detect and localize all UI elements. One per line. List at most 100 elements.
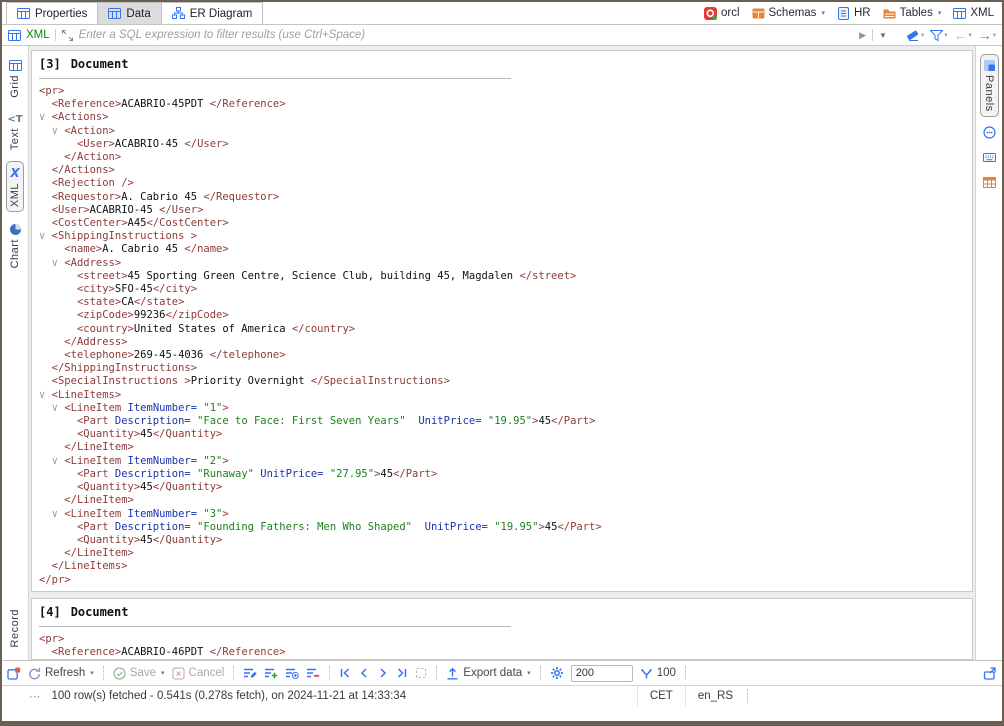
xml-code-line: </Action>	[39, 151, 972, 164]
schema-hr[interactable]: HR	[837, 7, 871, 20]
xml-code-line: ∨ <Action>	[39, 125, 972, 138]
database-selector[interactable]: orcl	[704, 7, 740, 20]
tab-data[interactable]: Data	[98, 2, 161, 24]
fold-chevron-icon[interactable]: ∨	[52, 125, 65, 137]
document-card: [4]Document<pr> <Reference>ACABRIO-46PDT…	[31, 598, 973, 660]
xml-code-line: <city>SFO-45</city>	[39, 283, 972, 296]
xml-code-line: <User>ACABRIO-45 </User>	[39, 204, 972, 217]
run-filter-icon[interactable]: ▶	[859, 30, 866, 41]
keyboard-icon[interactable]	[983, 151, 996, 164]
viewer-tab-xml[interactable]: X XML	[6, 161, 24, 212]
delete-row-button[interactable]	[306, 667, 320, 679]
separator	[872, 29, 873, 41]
viewer-tab-record[interactable]: Record	[6, 604, 24, 652]
editor-tab-bar: Properties Data ER Diagram orcl Schemas …	[2, 2, 1002, 25]
document-icon	[837, 7, 850, 20]
table-icon	[17, 7, 30, 20]
chevron-down-icon: ▾	[527, 669, 531, 677]
locale-widget[interactable]: en_RS	[685, 686, 745, 706]
forward-arrow-icon[interactable]: →▾	[978, 28, 996, 42]
fold-chevron-icon[interactable]: ∨	[39, 230, 52, 242]
xml-code-line: </LineItem>	[39, 441, 972, 454]
add-row-button[interactable]	[264, 667, 278, 679]
separator	[55, 29, 56, 41]
page-size-input[interactable]	[571, 665, 633, 682]
fold-chevron-icon[interactable]: ∨	[39, 389, 52, 401]
check-circle-icon	[113, 667, 126, 680]
schemas-dropdown[interactable]: Schemas ▾	[752, 7, 825, 20]
clear-filter-icon[interactable]: ▾	[907, 29, 924, 42]
next-page-button[interactable]	[377, 667, 389, 679]
status-message: 100 row(s) fetched - 0.541s (0.278s fetc…	[52, 690, 407, 702]
left-view-strip: Grid <T Text X XML Chart Record	[2, 46, 29, 660]
value-editor-icon[interactable]	[983, 126, 996, 139]
open-in-new-window-icon[interactable]	[7, 667, 21, 680]
separator	[329, 666, 330, 680]
xml-code-line: <Quantity>45</Quantity>	[39, 534, 972, 547]
schema-icon	[752, 7, 765, 20]
settings-gear-icon[interactable]	[550, 666, 564, 680]
main-area: Grid <T Text X XML Chart Record [3]Docum…	[2, 46, 1002, 660]
refresh-button[interactable]: Refresh ▾	[28, 667, 94, 680]
folder-icon	[883, 7, 896, 20]
tab-er-diagram[interactable]: ER Diagram	[162, 2, 264, 24]
xml-code-line: <street>45 Sporting Green Centre, Scienc…	[39, 270, 972, 283]
previous-page-button[interactable]	[358, 667, 370, 679]
tables-dropdown[interactable]: Tables ▾	[883, 7, 942, 20]
edit-row-button[interactable]	[243, 667, 257, 679]
xml-code-line: ∨ <LineItem ItemNumber= "3">	[39, 508, 972, 521]
timezone-widget[interactable]: CET	[637, 686, 685, 706]
filter-funnel-icon[interactable]: ▾	[930, 29, 947, 42]
refresh-icon	[28, 667, 41, 680]
xml-code-line: </pr>	[39, 574, 972, 587]
save-button[interactable]: Save ▾	[113, 667, 165, 680]
view-mode-label[interactable]: XML	[26, 29, 50, 41]
export-data-button[interactable]: Export data ▾	[446, 667, 530, 680]
xml-code-line: </LineItems>	[39, 560, 972, 573]
last-page-button[interactable]	[396, 667, 408, 679]
separator	[103, 666, 104, 680]
status-dots-icon[interactable]: ⋯	[29, 689, 42, 703]
aggregates-table-icon[interactable]	[983, 176, 996, 189]
fold-chevron-icon[interactable]: ∨	[52, 402, 65, 414]
pie-chart-icon	[9, 223, 22, 236]
fold-chevron-icon[interactable]: ∨	[52, 455, 65, 467]
expand-icon[interactable]	[61, 29, 74, 42]
chevron-down-icon: ▾	[938, 9, 942, 17]
fold-chevron-icon[interactable]: ∨	[39, 111, 52, 123]
xml-viewer-icon: X	[10, 166, 19, 180]
back-arrow-icon[interactable]: ←▾	[953, 28, 971, 42]
clone-row-button[interactable]	[285, 667, 299, 679]
xml-code-line: <Rejection />	[39, 177, 972, 190]
move-to-panel-icon[interactable]	[983, 667, 996, 680]
document-header: [4]Document	[39, 605, 972, 619]
filter-input[interactable]	[79, 29, 854, 41]
filter-history-icon[interactable]: ▼	[879, 31, 887, 40]
xml-code-line: </LineItem>	[39, 547, 972, 560]
xml-code-line: ∨ <Actions>	[39, 111, 972, 124]
xml-code-line: <Part Description= "Face to Face: First …	[39, 415, 972, 428]
tab-label: Data	[126, 8, 150, 20]
oracle-icon	[704, 7, 717, 20]
chevron-down-icon: ▾	[90, 669, 94, 677]
viewer-tab-chart[interactable]: Chart	[6, 218, 25, 273]
cancel-button[interactable]: Cancel	[172, 667, 225, 680]
filter-bar: XML ▶ ▼ ▾ ▾ ←▾ →▾	[2, 25, 1002, 46]
viewer-tab-grid[interactable]: Grid	[6, 54, 25, 103]
xml-code-line: ∨ <ShippingInstructions >	[39, 230, 972, 243]
fold-chevron-icon[interactable]: ∨	[52, 508, 65, 520]
xml-code-line: ∨ <Address>	[39, 257, 972, 270]
xml-code-line: <Reference>ACABRIO-46PDT </Reference>	[39, 646, 972, 659]
page-size-icon	[640, 667, 653, 680]
result-page-size[interactable]: 100	[640, 667, 676, 680]
connection-breadcrumb: orcl Schemas ▾ HR Tables ▾ XML	[704, 2, 1002, 24]
viewer-tab-text[interactable]: <T Text	[4, 109, 25, 155]
first-page-button[interactable]	[339, 667, 351, 679]
select-range-button[interactable]	[415, 667, 427, 679]
tab-properties[interactable]: Properties	[6, 2, 98, 24]
xml-code-line: </ShippingInstructions>	[39, 362, 972, 375]
fold-chevron-icon[interactable]: ∨	[52, 257, 65, 269]
panels-tab[interactable]: Panels	[980, 54, 999, 117]
xml-code-line: <CostCenter>A45</CostCenter>	[39, 217, 972, 230]
table-xml[interactable]: XML	[953, 7, 994, 20]
